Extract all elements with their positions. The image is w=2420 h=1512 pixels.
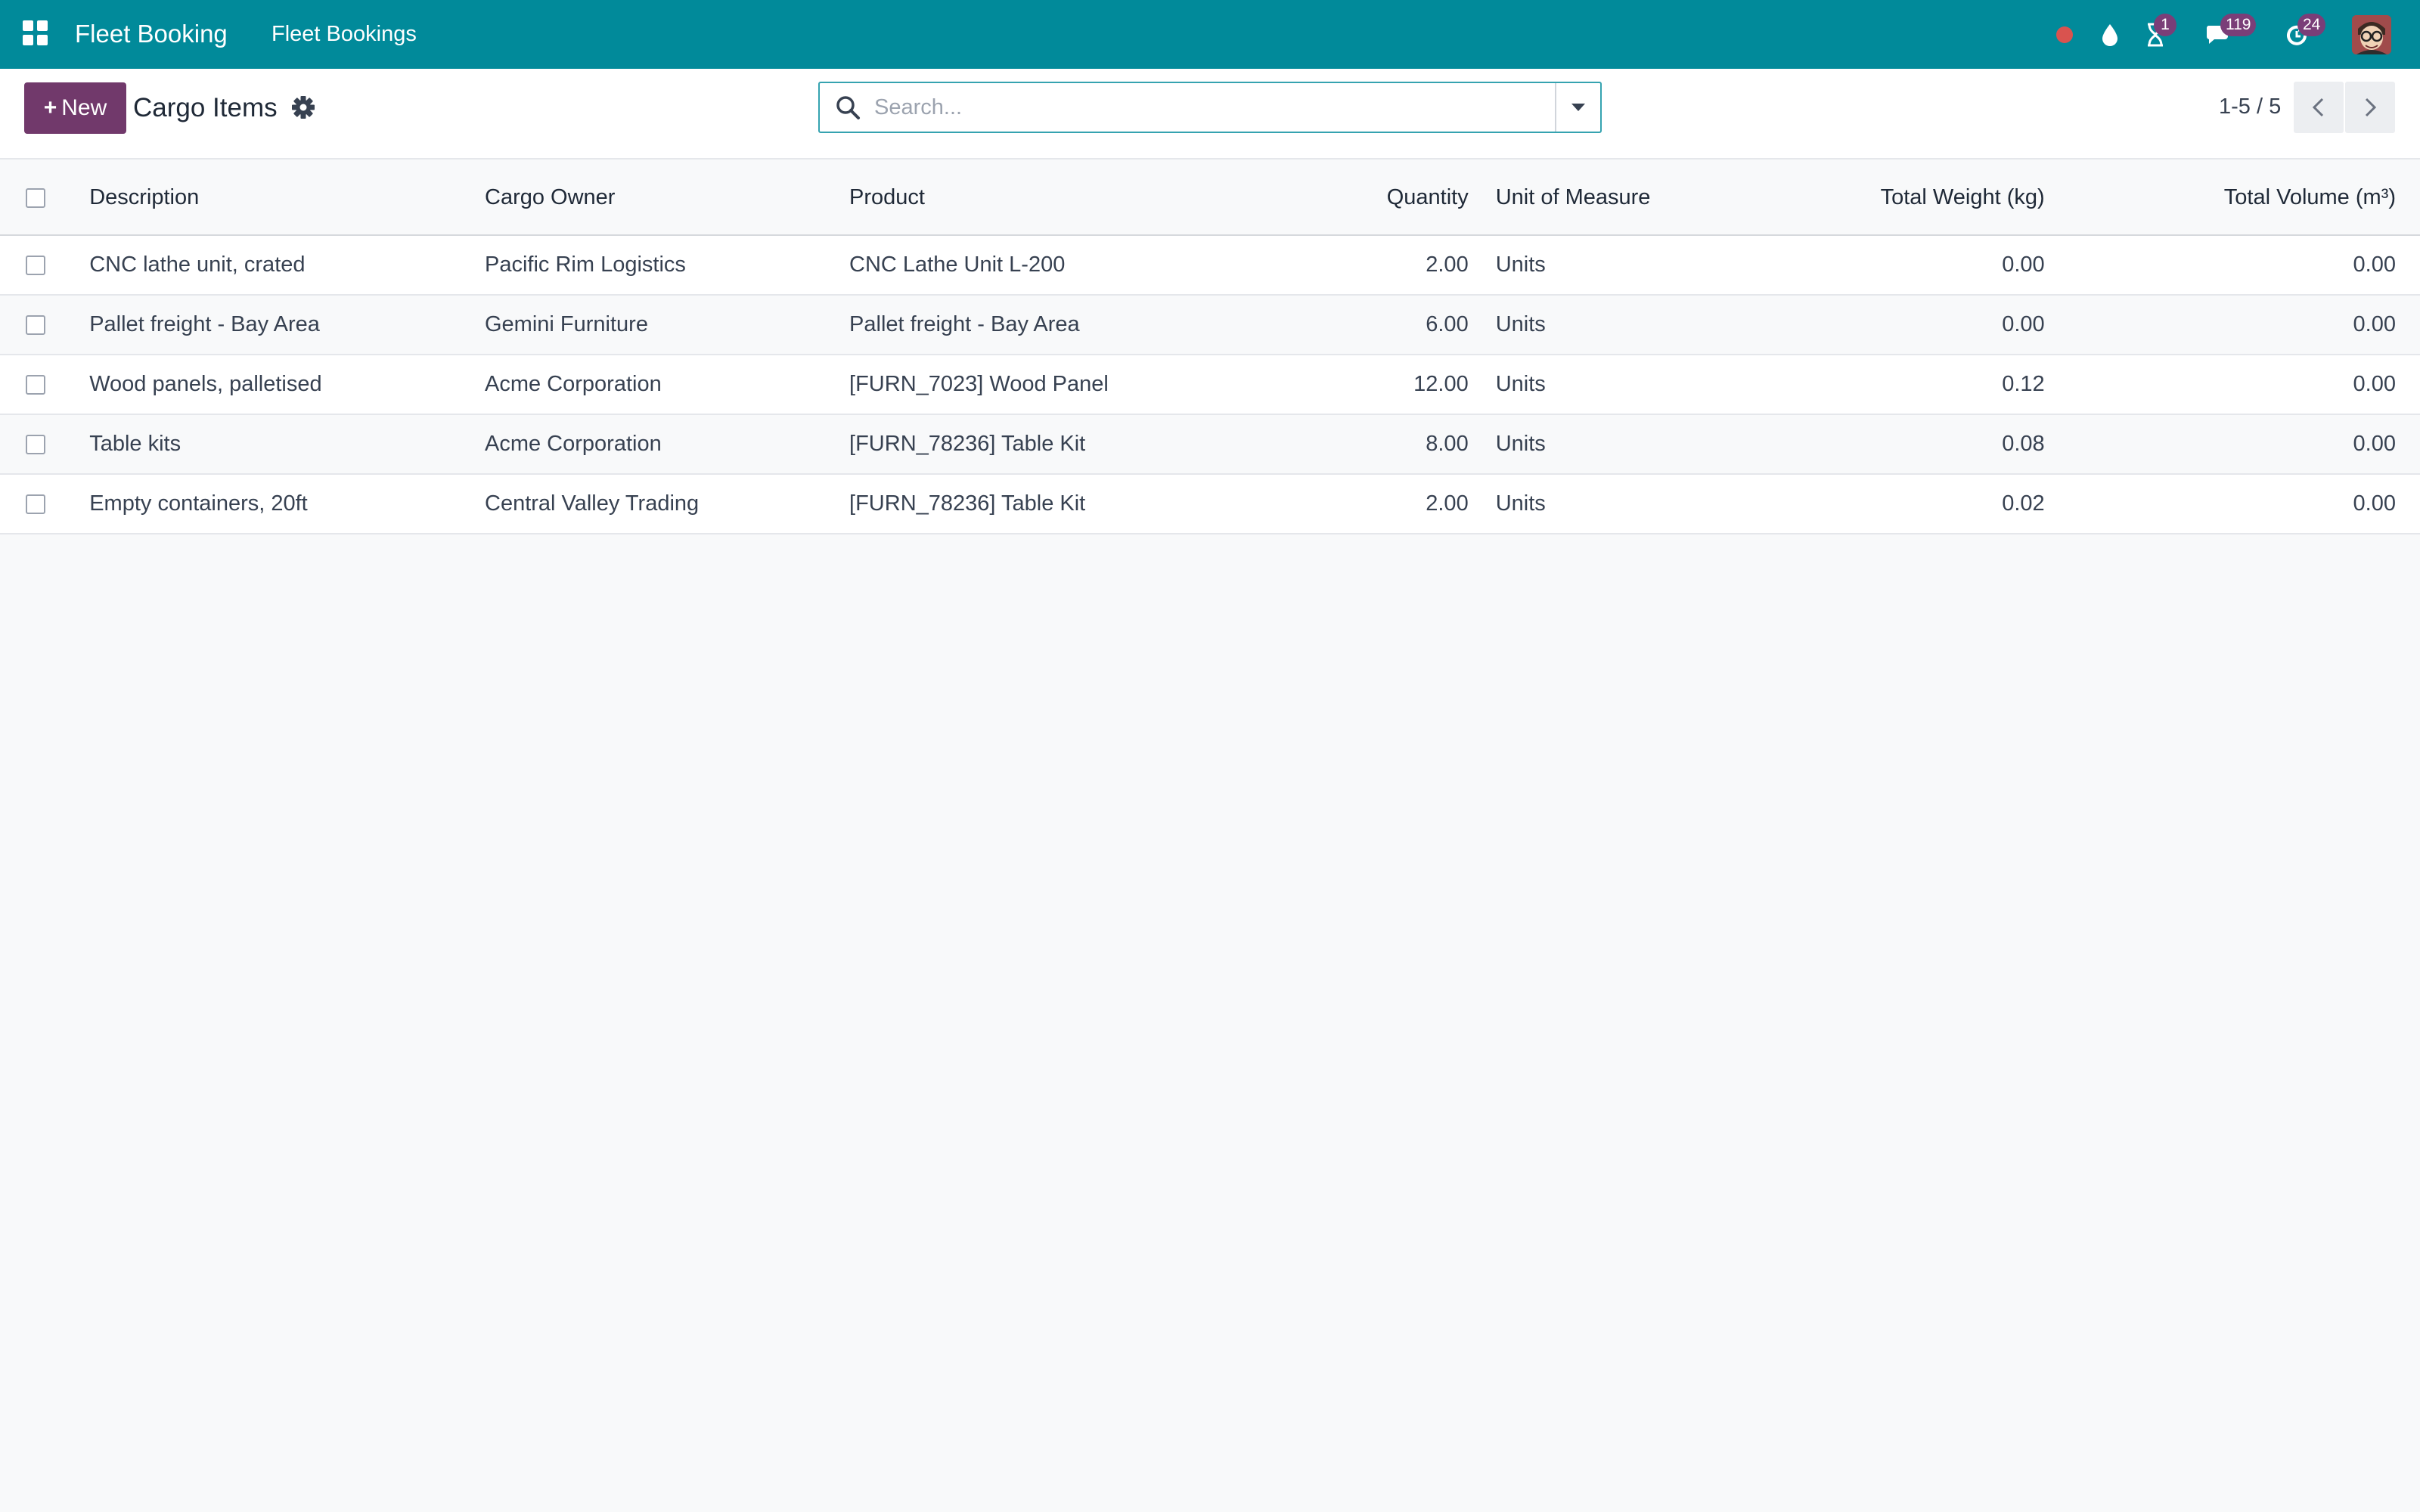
cell-quantity[interactable]: 2.00 <box>1311 474 1481 534</box>
cell-cargo-owner[interactable]: Gemini Furniture <box>485 295 849 355</box>
chevron-left-icon <box>2312 98 2324 117</box>
cell-product[interactable]: CNC Lathe Unit L-200 <box>849 235 1311 295</box>
cell-cargo-owner[interactable]: Acme Corporation <box>485 355 849 414</box>
table-row[interactable]: Pallet freight - Bay Area Gemini Furnitu… <box>0 295 2420 355</box>
cell-total-weight[interactable]: 0.12 <box>1733 355 2044 414</box>
apps-grid-icon[interactable] <box>23 20 48 46</box>
cell-description[interactable]: Table kits <box>89 414 485 474</box>
cell-description[interactable]: CNC lathe unit, crated <box>89 235 485 295</box>
updates-button[interactable]: 24 <box>2279 14 2326 50</box>
cell-total-weight[interactable]: 0.00 <box>1733 295 2044 355</box>
activities-button[interactable]: 1 <box>2139 14 2176 50</box>
column-header-cargo-owner[interactable]: Cargo Owner <box>485 161 849 235</box>
caret-down-icon <box>1571 104 1585 111</box>
cell-total-volume[interactable]: 0.00 <box>2045 414 2420 474</box>
search-icon <box>836 96 860 119</box>
column-header-uom[interactable]: Unit of Measure <box>1482 161 1733 235</box>
cell-cargo-owner[interactable]: Pacific Rim Logistics <box>485 235 849 295</box>
cargo-items-table: Description Cargo Owner Product Quantity… <box>0 161 2420 534</box>
chevron-right-icon <box>2365 98 2377 117</box>
pager-value[interactable]: 1-5 / 5 <box>2219 91 2281 122</box>
select-all-checkbox[interactable] <box>26 187 45 208</box>
activity-count-badge: 1 <box>2154 14 2176 36</box>
table-header-row: Description Cargo Owner Product Quantity… <box>0 161 2420 235</box>
top-navbar: Fleet Booking Fleet Bookings 1 119 24 <box>0 0 2420 69</box>
cell-quantity[interactable]: 12.00 <box>1311 355 1481 414</box>
cell-description[interactable]: Pallet freight - Bay Area <box>89 295 485 355</box>
cell-uom[interactable]: Units <box>1482 414 1733 474</box>
cell-cargo-owner[interactable]: Central Valley Trading <box>485 474 849 534</box>
updates-count-badge: 24 <box>2297 14 2326 36</box>
cell-product[interactable]: [FURN_78236] Table Kit <box>849 474 1311 534</box>
control-panel: +New Cargo Items 1- <box>0 69 2420 160</box>
cell-total-weight[interactable]: 0.02 <box>1733 474 2044 534</box>
cell-total-volume[interactable]: 0.00 <box>2045 235 2420 295</box>
row-checkbox[interactable] <box>26 434 45 454</box>
row-checkbox[interactable] <box>26 255 45 275</box>
cell-quantity[interactable]: 8.00 <box>1311 414 1481 474</box>
plus-icon: + <box>43 95 57 120</box>
menu-fleet-bookings[interactable]: Fleet Bookings <box>271 18 417 50</box>
new-button-label: New <box>61 95 107 120</box>
cell-description[interactable]: Empty containers, 20ft <box>89 474 485 534</box>
new-button[interactable]: + New <box>24 82 126 134</box>
cell-uom[interactable]: Units <box>1482 235 1733 295</box>
cell-cargo-owner[interactable]: Acme Corporation <box>485 414 849 474</box>
column-header-description[interactable]: Description <box>89 161 485 235</box>
row-checkbox[interactable] <box>26 314 45 335</box>
cell-quantity[interactable]: 6.00 <box>1311 295 1481 355</box>
cell-uom[interactable]: Units <box>1482 295 1733 355</box>
cell-total-volume[interactable]: 0.00 <box>2045 474 2420 534</box>
select-all-cell <box>0 161 89 235</box>
cell-uom[interactable]: Units <box>1482 474 1733 534</box>
cell-total-weight[interactable]: 0.00 <box>1733 235 2044 295</box>
cell-total-volume[interactable]: 0.00 <box>2045 295 2420 355</box>
messages-button[interactable]: 119 <box>2201 14 2257 50</box>
table-row[interactable]: Wood panels, palletised Acme Corporation… <box>0 355 2420 414</box>
gear-icon[interactable] <box>290 94 317 121</box>
cell-product[interactable]: Pallet freight - Bay Area <box>849 295 1311 355</box>
table-row[interactable]: CNC lathe unit, crated Pacific Rim Logis… <box>0 235 2420 295</box>
cell-uom[interactable]: Units <box>1482 355 1733 414</box>
messages-count-badge: 119 <box>2220 14 2257 36</box>
column-header-quantity[interactable]: Quantity <box>1311 161 1481 235</box>
pager-next-button[interactable] <box>2345 82 2395 133</box>
search-options-toggle[interactable] <box>1555 83 1600 132</box>
cell-product[interactable]: [FURN_78236] Table Kit <box>849 414 1311 474</box>
search-input[interactable] <box>874 83 1555 132</box>
cell-total-volume[interactable]: 0.00 <box>2045 355 2420 414</box>
record-dot-icon[interactable] <box>2048 17 2081 50</box>
page-title: Cargo Items <box>133 93 278 122</box>
row-checkbox[interactable] <box>26 494 45 514</box>
cell-total-weight[interactable]: 0.08 <box>1733 414 2044 474</box>
drop-icon[interactable] <box>2093 17 2127 50</box>
table-row[interactable]: Empty containers, 20ft Central Valley Tr… <box>0 474 2420 534</box>
column-header-total-volume[interactable]: Total Volume (m³) <box>2045 161 2420 235</box>
row-checkbox[interactable] <box>26 374 45 395</box>
cell-quantity[interactable]: 2.00 <box>1311 235 1481 295</box>
cell-description[interactable]: Wood panels, palletised <box>89 355 485 414</box>
table-row[interactable]: Table kits Acme Corporation [FURN_78236]… <box>0 414 2420 474</box>
cell-product[interactable]: [FURN_7023] Wood Panel <box>849 355 1311 414</box>
app-brand[interactable]: Fleet Booking <box>75 17 228 51</box>
column-header-product[interactable]: Product <box>849 161 1311 235</box>
user-avatar[interactable] <box>2352 15 2391 54</box>
column-header-total-weight[interactable]: Total Weight (kg) <box>1733 161 2045 235</box>
pager-previous-button[interactable] <box>2294 82 2344 133</box>
search-bar <box>818 82 1602 133</box>
